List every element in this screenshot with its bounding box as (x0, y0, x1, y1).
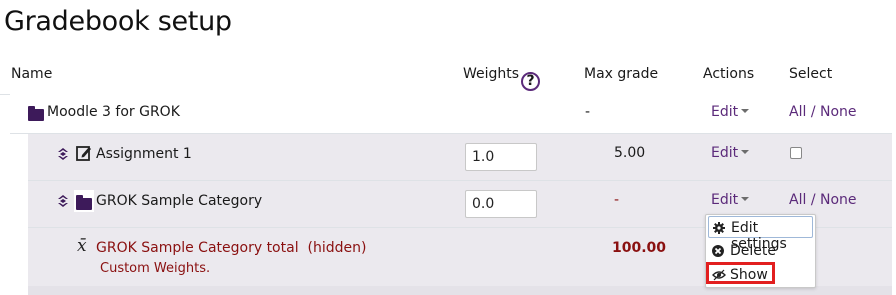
col-weights-label: Weights (463, 66, 520, 82)
chevron-down-icon (741, 109, 750, 113)
select-checkbox[interactable] (790, 147, 802, 159)
gear-icon (713, 222, 725, 234)
assignment-name: Assignment 1 (96, 146, 192, 162)
chevron-down-icon (741, 150, 750, 154)
select-separator: / (810, 192, 816, 208)
col-actions: Actions (703, 66, 755, 82)
edit-label: Edit (711, 145, 739, 161)
select-all-link[interactable]: All (789, 104, 806, 120)
x-circle-icon (712, 245, 724, 257)
move-icon[interactable] (56, 147, 70, 161)
category-name: Moodle 3 for GROK (47, 104, 180, 120)
weights-note: Custom Weights. (100, 261, 211, 276)
move-icon[interactable] (56, 194, 70, 208)
edit-menu-button[interactable]: Edit (711, 192, 750, 208)
assignment-icon (76, 146, 91, 161)
max-grade: 100.00 (612, 240, 667, 256)
edit-menu-button[interactable]: Edit (711, 104, 750, 120)
col-select: Select (789, 66, 833, 82)
category-name: GROK Sample Category (96, 193, 263, 209)
col-max-grade: Max grade (584, 66, 659, 82)
select-links: All / None (789, 192, 857, 208)
help-icon[interactable]: ? (521, 72, 541, 91)
folder-icon (76, 195, 92, 210)
edit-menu-button[interactable]: Edit (711, 145, 750, 161)
max-grade: - (585, 104, 591, 120)
total-name-label: GROK Sample Category total (96, 240, 299, 256)
select-all-link[interactable]: All (789, 192, 806, 208)
table-header: Name Weights? Max grade Actions Select (0, 60, 892, 95)
col-weights: Weights? (463, 66, 541, 91)
indent-gutter (10, 134, 28, 295)
formula-icon: x̄ (77, 236, 87, 256)
select-links: All / None (789, 104, 857, 120)
delete-label: Delete (730, 243, 776, 259)
max-grade: - (614, 192, 620, 208)
hidden-status: (hidden) (307, 240, 367, 256)
weight-input[interactable] (465, 190, 537, 218)
edit-label: Edit (711, 104, 739, 120)
page-title: Gradebook setup (4, 6, 232, 37)
category-total-name: GROK Sample Category total (hidden) (96, 240, 366, 256)
folder-icon (28, 106, 44, 121)
chevron-down-icon (741, 197, 750, 201)
select-separator: / (810, 104, 816, 120)
edit-label: Edit (711, 192, 739, 208)
select-none-link[interactable]: None (820, 104, 857, 120)
edit-settings-menu-item[interactable]: Edit settings (708, 216, 813, 252)
col-name: Name (11, 66, 53, 82)
highlight-box (706, 262, 775, 284)
weight-input[interactable] (465, 143, 537, 171)
delete-menu-item[interactable]: Delete (708, 240, 813, 262)
select-none-link[interactable]: None (820, 192, 857, 208)
max-grade: 5.00 (614, 145, 646, 161)
